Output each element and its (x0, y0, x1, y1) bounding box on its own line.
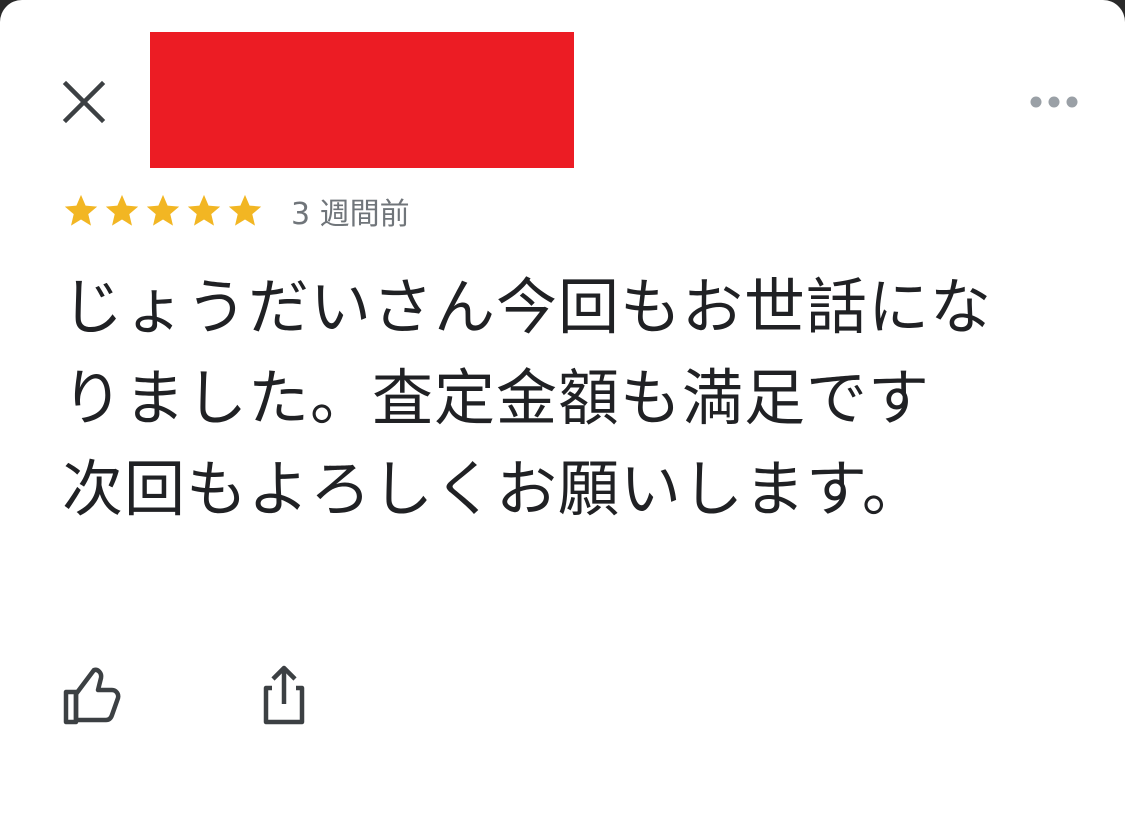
thumbs-up-icon (63, 667, 121, 725)
star-icon (64, 194, 98, 226)
like-button[interactable] (60, 664, 124, 728)
star-rating (62, 192, 267, 230)
more-options-button[interactable] (1022, 84, 1086, 120)
share-button[interactable] (254, 660, 314, 728)
star-icon (187, 194, 221, 226)
review-text: じょうだいさん今回もお世話になりました。査定金額も満足です 次回もよろしくお願い… (62, 272, 993, 525)
star-icon (228, 194, 262, 226)
share-icon (263, 665, 305, 725)
rating-row: 3 週間前 (62, 186, 410, 236)
star-icon (105, 194, 139, 226)
more-horizontal-icon (1030, 96, 1078, 108)
close-button[interactable] (58, 76, 110, 128)
review-time: 3 週間前 (291, 197, 410, 232)
review-card: 3 週間前 じょうだいさん今回もお世話になりました。査定金額も満足です 次回もよ… (0, 0, 1125, 815)
star-icon (146, 194, 180, 226)
redacted-reviewer-info (150, 32, 574, 168)
close-icon (62, 80, 106, 124)
